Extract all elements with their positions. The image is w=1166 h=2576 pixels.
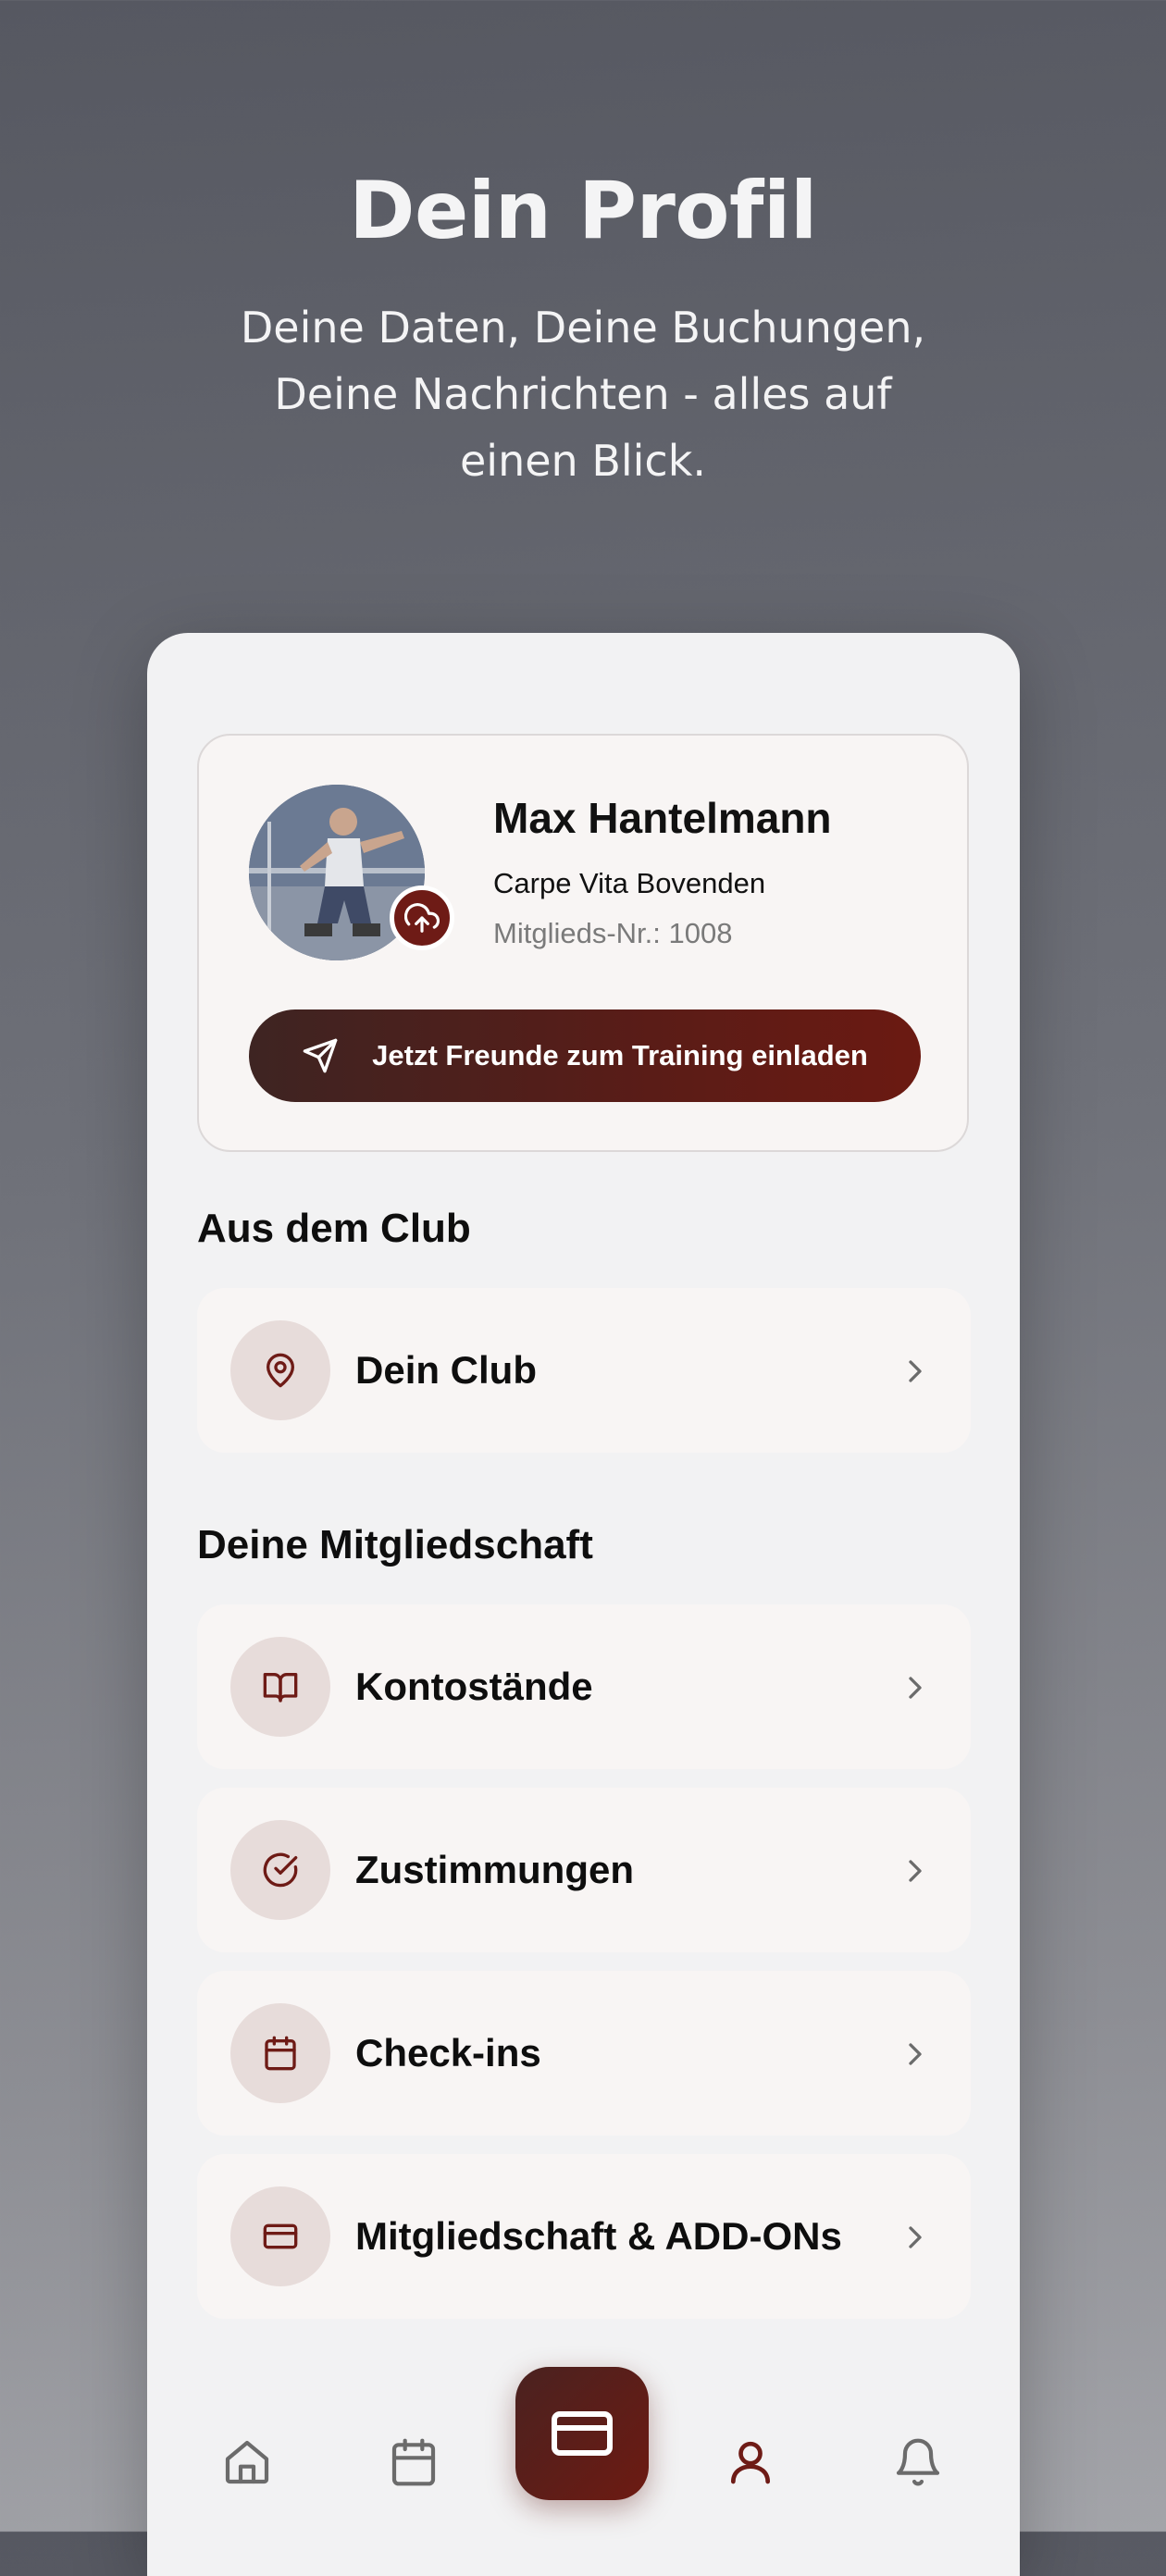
user-icon [731,2441,770,2484]
credit-card-icon [552,2411,613,2456]
tab-notifications[interactable] [881,2425,955,2499]
bottom-tab-bar [147,2333,1020,2576]
chevron-right-icon [897,2036,934,2077]
invite-friends-button[interactable]: Jetzt Freunde zum Training einladen [249,1009,921,1102]
tab-calendar[interactable] [377,2425,451,2499]
send-icon [303,1038,338,1073]
cloud-upload-icon [404,903,440,933]
list-item-mitgliedschaft[interactable]: Mitgliedschaft & ADD-ONs [197,2154,971,2319]
profile-club: Carpe Vita Bovenden [493,867,766,899]
upload-photo-button[interactable] [390,886,454,950]
page-subtitle: Deine Daten, Deine Buchungen, Deine Nach… [240,303,926,486]
profile-card: Max Hantelmann Carpe Vita Bovenden Mitgl… [197,734,969,1152]
tab-home[interactable] [210,2425,284,2499]
tab-profile[interactable] [713,2425,788,2499]
check-circle-icon [230,1820,330,1920]
book-open-icon [230,1637,330,1737]
section-title-club: Aus dem Club [197,1206,471,1251]
member-number: Mitglieds-Nr.: 1008 [493,917,733,949]
list-item-label: Mitgliedschaft & ADD-ONs [355,2214,842,2258]
invite-friends-label: Jetzt Freunde zum Training einladen [372,1039,868,1071]
list-item-label: Check-ins [355,2031,541,2074]
map-pin-icon [230,1320,330,1420]
chevron-right-icon [897,2219,934,2260]
list-item-label: Zustimmungen [355,1848,634,1891]
calendar-icon [391,2438,436,2486]
list-item-label: Dein Club [355,1348,537,1392]
list-item-kontostaende[interactable]: Kontostände [197,1604,971,1769]
bell-icon [896,2438,940,2486]
home-icon [225,2440,269,2484]
credit-card-icon [230,2186,330,2286]
chevron-right-icon [897,1852,934,1894]
page-title: Dein Profil [349,165,817,257]
calendar-icon [230,2003,330,2103]
list-item-zustimmungen[interactable]: Zustimmungen [197,1788,971,1952]
list-item-check-ins[interactable]: Check-ins [197,1971,971,2136]
list-item-dein-club[interactable]: Dein Club [197,1288,971,1453]
list-item-label: Kontostände [355,1665,593,1708]
tab-card[interactable] [515,2367,649,2500]
chevron-right-icon [897,1669,934,1711]
phone-screen: Max Hantelmann Carpe Vita Bovenden Mitgl… [147,633,1020,2576]
section-title-membership: Deine Mitgliedschaft [197,1522,593,1567]
chevron-right-icon [897,1353,934,1394]
profile-name: Max Hantelmann [493,794,832,842]
